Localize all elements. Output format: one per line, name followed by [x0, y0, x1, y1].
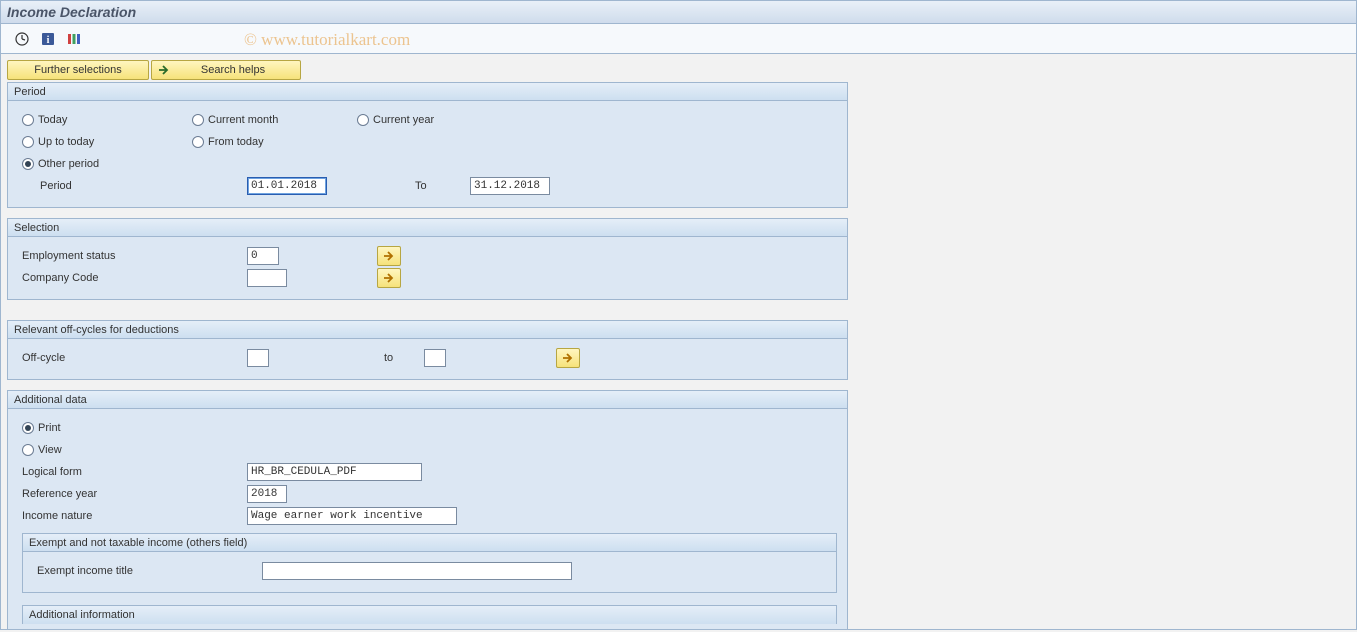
- offcycle-group-title: Relevant off-cycles for deductions: [8, 321, 847, 339]
- offcycle-multiselect-button[interactable]: [556, 348, 580, 368]
- app-toolbar: i: [0, 24, 1357, 54]
- radio-current-year[interactable]: Current year: [357, 114, 434, 126]
- offcycle-label: Off-cycle: [22, 352, 247, 364]
- execute-icon[interactable]: [13, 30, 31, 48]
- radio-print[interactable]: Print: [22, 422, 61, 434]
- logical-form-input[interactable]: [247, 463, 422, 481]
- info-icon[interactable]: i: [39, 30, 57, 48]
- ref-year-label: Reference year: [22, 488, 247, 500]
- selection-buttons-row: Further selections Search helps: [7, 60, 848, 80]
- additional-info-group: Additional information: [22, 605, 837, 624]
- further-selections-label: Further selections: [34, 64, 121, 76]
- ref-year-input[interactable]: [247, 485, 287, 503]
- exempt-group-title: Exempt and not taxable income (others fi…: [23, 534, 836, 552]
- additional-info-title: Additional information: [23, 606, 836, 624]
- offcycle-from-input[interactable]: [247, 349, 269, 367]
- income-nature-input[interactable]: [247, 507, 457, 525]
- page-title: Income Declaration: [7, 4, 136, 20]
- selection-group: Selection Employment status Company Code: [7, 218, 848, 300]
- period-group: Period Today Current month Current year …: [7, 82, 848, 208]
- company-code-input[interactable]: [247, 269, 287, 287]
- search-helps-label: Search helps: [201, 64, 265, 76]
- period-from-input[interactable]: [247, 177, 327, 195]
- radio-view[interactable]: View: [22, 444, 62, 456]
- radio-other-period[interactable]: Other period: [22, 158, 99, 170]
- company-code-label: Company Code: [22, 272, 247, 284]
- period-to-label: To: [415, 180, 470, 192]
- company-code-multiselect-button[interactable]: [377, 268, 401, 288]
- radio-current-month[interactable]: Current month: [192, 114, 278, 126]
- radio-today[interactable]: Today: [22, 114, 67, 126]
- income-nature-label: Income nature: [22, 510, 247, 522]
- radio-from-today[interactable]: From today: [192, 136, 264, 148]
- emp-status-label: Employment status: [22, 250, 247, 262]
- offcycle-to-input[interactable]: [424, 349, 446, 367]
- additional-data-title: Additional data: [8, 391, 847, 409]
- period-to-input[interactable]: [470, 177, 550, 195]
- selection-group-title: Selection: [8, 219, 847, 237]
- search-helps-button[interactable]: Search helps: [151, 60, 301, 80]
- logical-form-label: Logical form: [22, 466, 247, 478]
- radio-up-to-today[interactable]: Up to today: [22, 136, 94, 148]
- title-bar: Income Declaration: [0, 0, 1357, 24]
- exempt-group: Exempt and not taxable income (others fi…: [22, 533, 837, 593]
- emp-status-input[interactable]: [247, 247, 279, 265]
- offcycle-group: Relevant off-cycles for deductions Off-c…: [7, 320, 848, 380]
- content-scroll[interactable]: Further selections Search helps Period T…: [1, 54, 1356, 629]
- exempt-title-label: Exempt income title: [37, 565, 262, 577]
- content-wrapper: Further selections Search helps Period T…: [0, 54, 1357, 630]
- further-selections-button[interactable]: Further selections: [7, 60, 149, 80]
- period-label: Period: [22, 180, 247, 192]
- svg-text:i: i: [47, 35, 50, 46]
- period-group-title: Period: [8, 83, 847, 101]
- additional-data-group: Additional data Print View Logical form …: [7, 390, 848, 629]
- emp-status-multiselect-button[interactable]: [377, 246, 401, 266]
- bars-icon[interactable]: [65, 30, 83, 48]
- offcycle-to-label: to: [384, 352, 424, 364]
- exempt-title-input[interactable]: [262, 562, 572, 580]
